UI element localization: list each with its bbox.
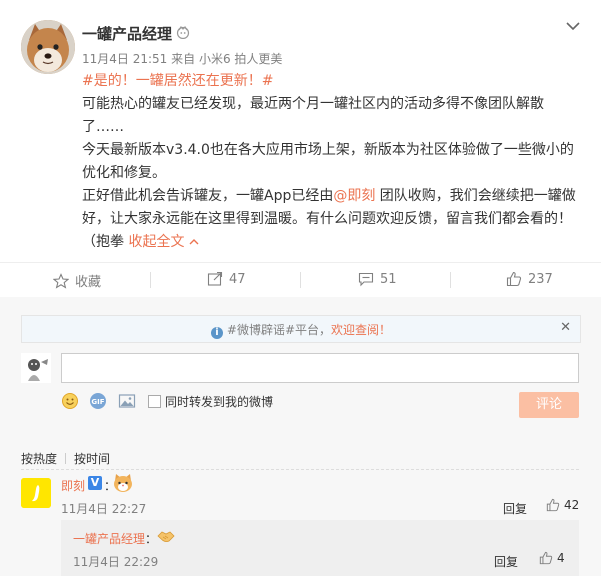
comment-button[interactable]: 51	[358, 271, 397, 287]
comment-time: 11月4日 22:27	[61, 502, 147, 516]
action-divider	[150, 272, 151, 288]
favorite-label: 收藏	[75, 275, 102, 290]
comment-reply-button[interactable]: 回复	[503, 500, 527, 517]
comment-like-count: 42	[564, 498, 580, 512]
hashtag-link[interactable]: #是的！一罐居然还在更新！#	[82, 73, 273, 89]
reply-colon: ：	[145, 532, 158, 546]
thumbs-up-icon	[506, 271, 522, 287]
collapse-label: 收起全文	[128, 234, 185, 250]
like-count: 237	[528, 271, 553, 287]
notice-text[interactable]: #微博辟谣#平台，	[227, 323, 331, 337]
post-source[interactable]: 小米6 拍人更美	[199, 52, 282, 66]
submit-comment-button[interactable]: 评论	[519, 392, 579, 418]
comment-like-button[interactable]: 42	[546, 498, 579, 512]
thumbs-up-icon	[539, 551, 553, 565]
chevron-up-icon	[189, 239, 199, 245]
like-button[interactable]: 237	[506, 271, 553, 287]
author-name[interactable]: 一罐产品经理	[82, 23, 172, 44]
comment-sort-tabs: 按热度 按时间	[21, 450, 110, 467]
notice-link[interactable]: 欢迎查阅！	[331, 323, 391, 337]
tab-time[interactable]: 按时间	[74, 452, 110, 466]
rumor-notice: i #微博辟谣#平台，欢迎查阅！ ✕	[21, 315, 581, 343]
star-icon	[53, 272, 69, 289]
jike-avatar[interactable]	[21, 478, 51, 508]
weibo-post-card: 一罐产品经理 11月4日 21:51 来自 小米6 拍人更美 #是的！一罐居然还…	[0, 0, 601, 576]
handshake-emoji-icon	[157, 531, 175, 543]
action-divider	[450, 272, 451, 288]
reply-like-count: 4	[557, 551, 565, 565]
reply-author-name[interactable]: 一罐产品经理	[73, 530, 145, 547]
repost-checkbox-label: 同时转发到我的微博	[165, 395, 274, 409]
comment-input[interactable]	[61, 353, 579, 383]
chevron-down-icon[interactable]	[565, 20, 581, 32]
thumbs-up-icon	[546, 498, 560, 512]
shiba-avatar-image	[21, 20, 75, 74]
close-icon[interactable]: ✕	[560, 320, 571, 335]
image-icon[interactable]	[118, 392, 136, 410]
verified-badge-icon[interactable]: V	[88, 476, 102, 490]
paragraph-3-text-before: 正好借此机会告诉罐友，一罐App已经由	[82, 188, 334, 204]
comment-author-name[interactable]: 即刻	[61, 477, 85, 494]
comment-count: 51	[380, 271, 397, 287]
comment-icon	[358, 272, 374, 287]
favorite-button[interactable]: 收藏	[53, 271, 101, 290]
author-avatar[interactable]	[21, 20, 75, 74]
reply-like-button[interactable]: 4	[539, 551, 565, 565]
post-time[interactable]: 11月4日 21:51	[82, 52, 167, 66]
reply-time: 11月4日 22:29	[73, 555, 159, 569]
repost-count: 47	[229, 271, 246, 287]
comments-divider	[21, 469, 579, 470]
cat-emoji-icon	[114, 474, 132, 492]
post-paragraph-3: 正好借此机会告诉罐友，一罐App已经由@即刻 团队收购，我们会继续把一罐做好，让…	[82, 185, 580, 254]
gif-icon[interactable]: GIF	[89, 392, 107, 410]
post-meta: 11月4日 21:51 来自 小米6 拍人更美	[82, 50, 282, 67]
post-paragraph-2: 今天最新版本v3.4.0也在各大应用市场上架，新版本为社区体验做了一些微小的优化…	[82, 142, 574, 181]
emoji-icon[interactable]	[61, 392, 79, 410]
tab-hot[interactable]: 按热度	[21, 452, 57, 466]
repost-button[interactable]: 47	[207, 271, 246, 287]
repost-checkbox[interactable]	[148, 395, 161, 408]
repost-icon	[207, 271, 223, 286]
post-paragraph-1: 可能热心的罐友已经发现，最近两个月一罐社区内的活动多得不像团队解散了……	[82, 96, 544, 135]
my-avatar[interactable]	[21, 353, 51, 383]
svg-text:GIF: GIF	[91, 398, 104, 406]
source-prefix: 来自	[171, 52, 196, 66]
mention-link[interactable]: @即刻	[333, 188, 375, 204]
action-bar: 收藏 47 51 237	[0, 262, 601, 298]
member-badge-icon[interactable]	[176, 25, 190, 39]
reply-reply-button[interactable]: 回复	[494, 553, 518, 570]
collapse-link[interactable]: 收起全文	[128, 234, 199, 250]
info-icon: i	[210, 327, 223, 339]
action-divider	[300, 272, 301, 288]
post-body: #是的！一罐居然还在更新！# 可能热心的罐友已经发现，最近两个月一罐社区内的活动…	[82, 70, 580, 254]
tab-divider	[65, 453, 67, 464]
